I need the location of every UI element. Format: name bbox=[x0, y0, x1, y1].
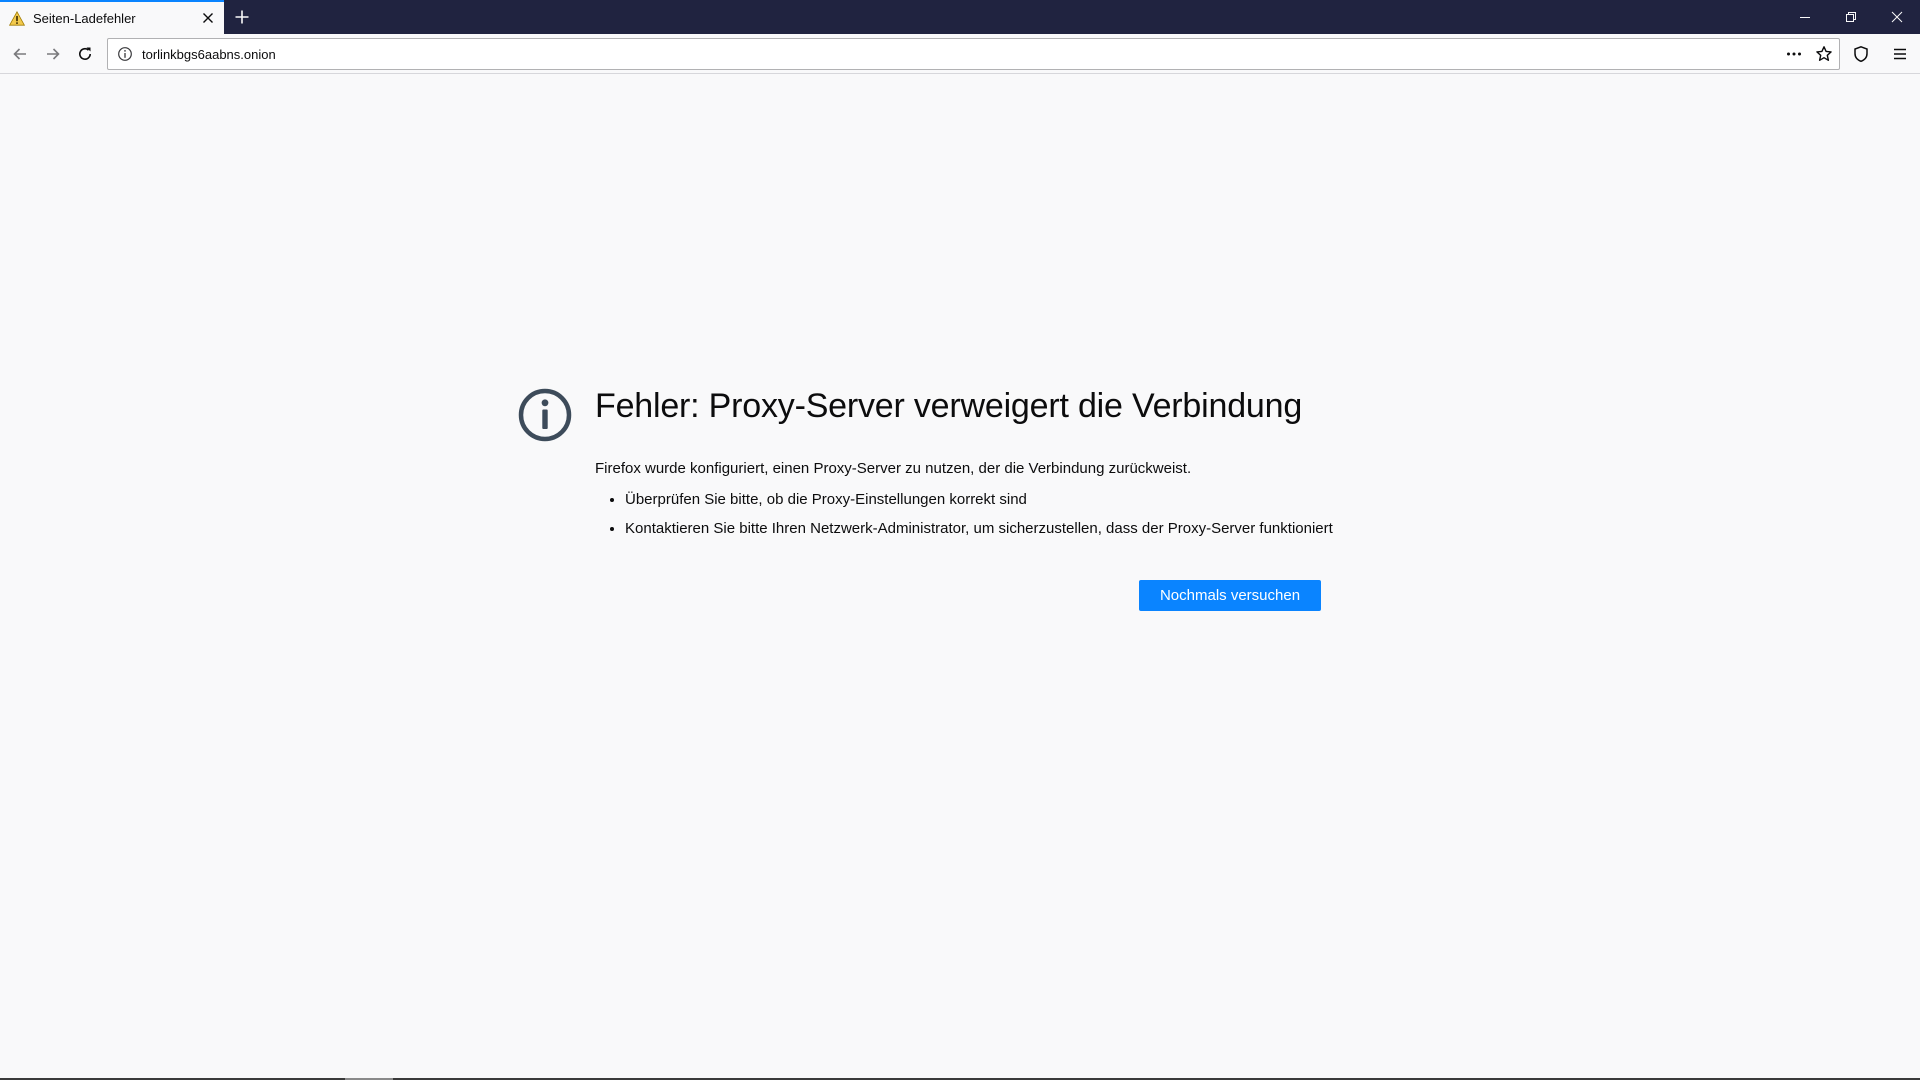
page-actions-button[interactable] bbox=[1779, 39, 1809, 69]
tab-title: Seiten-Ladefehler bbox=[33, 10, 136, 26]
info-icon[interactable] bbox=[110, 39, 140, 69]
navigation-toolbar: torlinkbgs6aabns.onion bbox=[0, 34, 1920, 74]
list-item: Überprüfen Sie bitte, ob die Proxy-Einst… bbox=[625, 490, 1333, 519]
new-tab-button[interactable] bbox=[229, 4, 255, 30]
back-arrow-icon bbox=[13, 48, 26, 60]
tab-seiten-ladefehler[interactable]: Seiten-Ladefehler bbox=[0, 0, 224, 34]
shield-icon bbox=[1854, 46, 1868, 63]
retry-button[interactable]: Nochmals versuchen bbox=[1139, 580, 1321, 611]
hamburger-menu-icon bbox=[1894, 48, 1906, 60]
forward-arrow-icon bbox=[47, 48, 60, 60]
bookmark-button[interactable] bbox=[1809, 39, 1839, 69]
menu-button[interactable] bbox=[1884, 38, 1916, 70]
window-restore-button[interactable] bbox=[1828, 0, 1874, 34]
window-minimize-button[interactable] bbox=[1782, 0, 1828, 34]
back-button[interactable] bbox=[4, 38, 36, 70]
close-icon bbox=[1891, 11, 1903, 23]
url-bar[interactable]: torlinkbgs6aabns.onion bbox=[107, 38, 1840, 70]
reload-icon bbox=[79, 47, 91, 60]
tab-close-icon[interactable] bbox=[196, 6, 220, 30]
error-page bbox=[0, 75, 1920, 1078]
plus-icon bbox=[235, 10, 249, 24]
url-text[interactable]: torlinkbgs6aabns.onion bbox=[142, 47, 1779, 62]
list-item: Kontaktieren Sie bitte Ihren Netzwerk-Ad… bbox=[625, 519, 1333, 548]
warning-icon bbox=[8, 9, 26, 27]
restore-icon bbox=[1846, 12, 1856, 22]
tab-strip: Seiten-Ladefehler bbox=[0, 0, 1920, 34]
more-dots-icon bbox=[1787, 52, 1801, 56]
forward-button[interactable] bbox=[37, 38, 69, 70]
star-icon bbox=[1816, 46, 1832, 61]
error-description: Firefox wurde konfiguriert, einen Proxy-… bbox=[595, 460, 1192, 477]
window-close-button[interactable] bbox=[1874, 0, 1920, 34]
minimize-icon bbox=[1800, 17, 1810, 18]
suggestion-list: Überprüfen Sie bitte, ob die Proxy-Einst… bbox=[595, 490, 1333, 548]
reload-button[interactable] bbox=[69, 38, 101, 70]
info-circle-icon bbox=[518, 388, 572, 442]
tracking-protection-button[interactable] bbox=[1845, 38, 1877, 70]
page-title: Fehler: Proxy-Server verweigert die Verb… bbox=[595, 387, 1303, 425]
